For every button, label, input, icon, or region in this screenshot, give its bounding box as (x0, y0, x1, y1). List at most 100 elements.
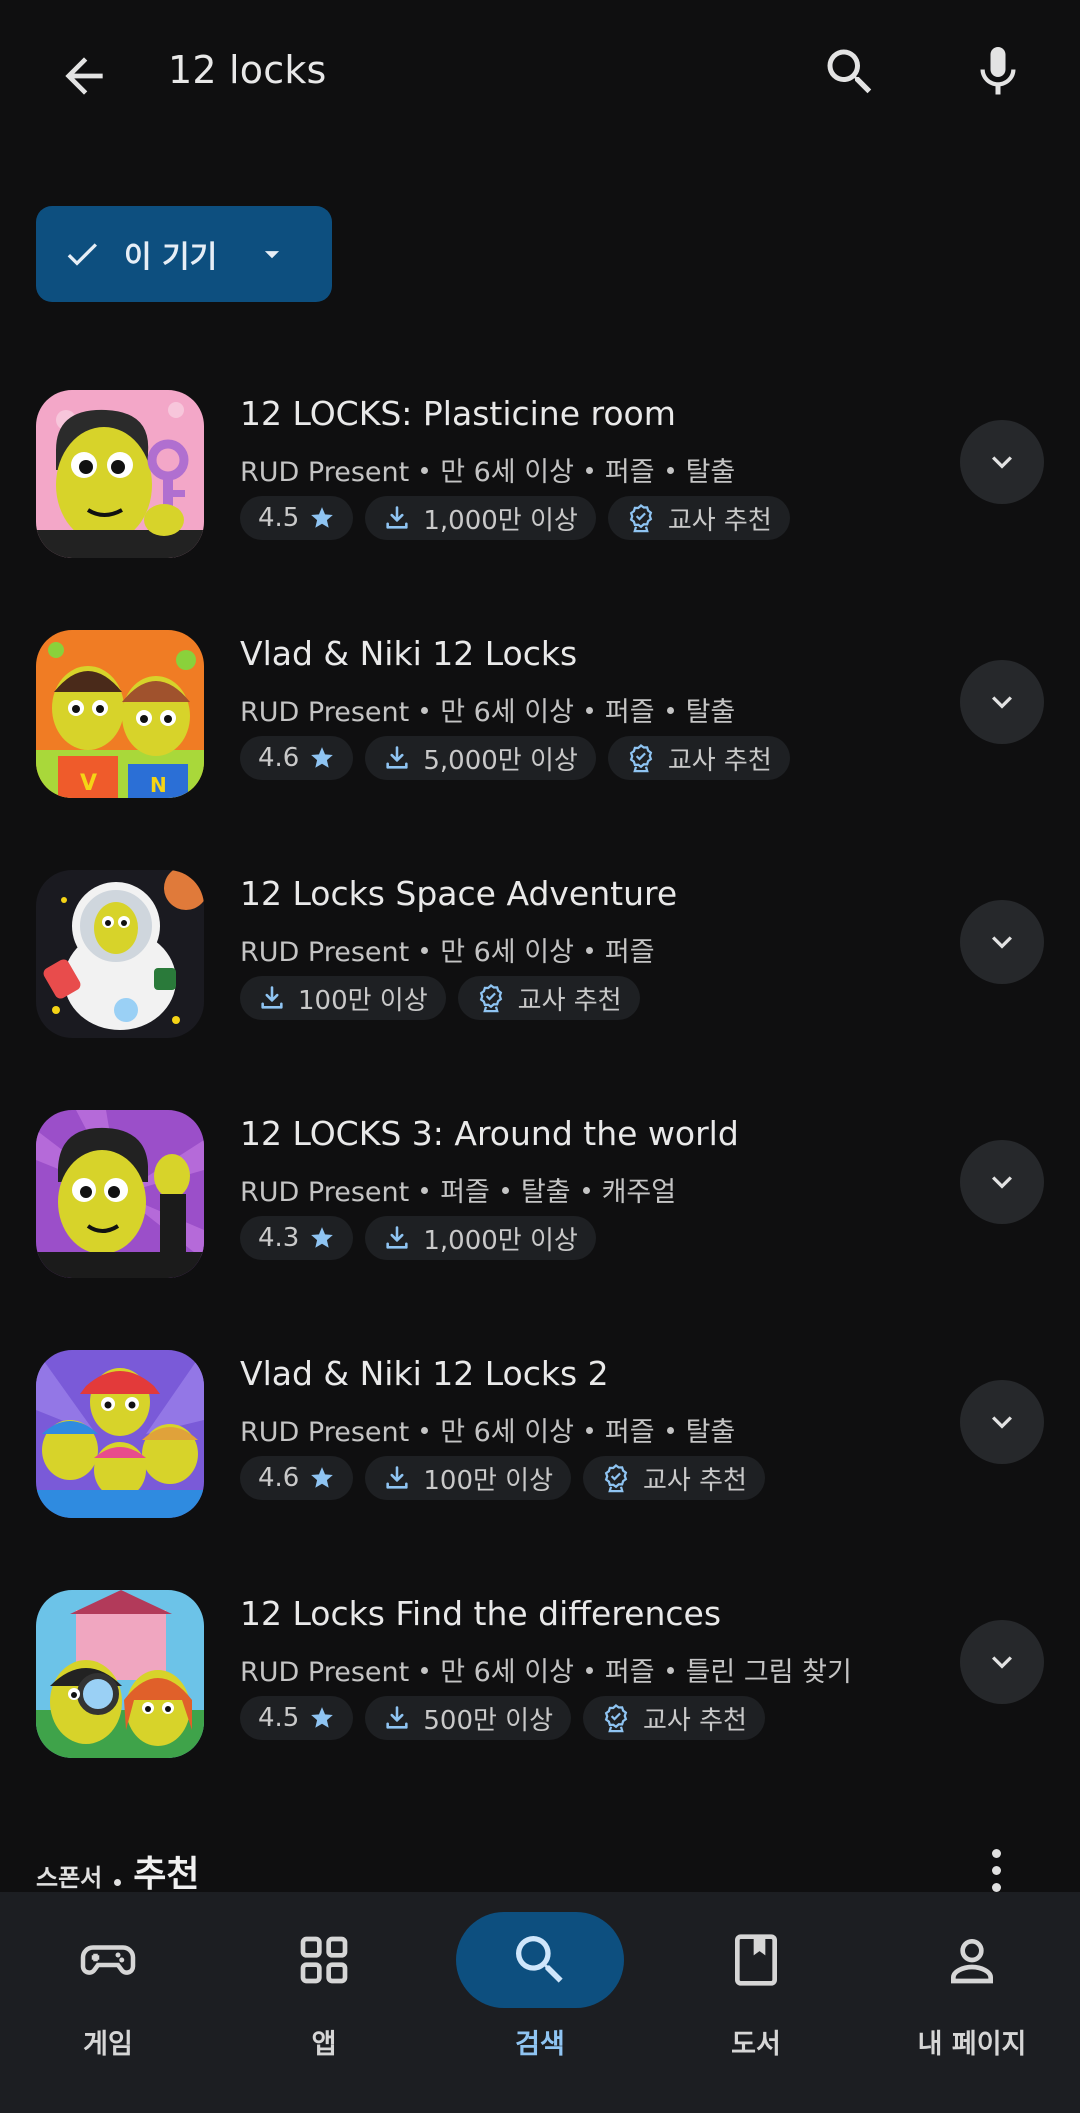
app-pills: 4.5 500만 이상 교사 추천 (240, 1696, 765, 1740)
teacher-approved-badge-icon (629, 504, 653, 533)
app-icon-vlad-niki-12-locks-2[interactable] (36, 1350, 204, 1518)
sponsored-label: 스폰서 (36, 1864, 103, 1892)
star-icon (311, 1467, 334, 1488)
app-age-rating: 만 6세 이상 (440, 1417, 574, 1448)
download-icon (386, 1466, 408, 1489)
app-age-rating: 만 6세 이상 (440, 457, 574, 488)
nav-item-books[interactable]: 도서 (648, 1912, 864, 2092)
app-icon-12-locks-space-adventure[interactable] (36, 870, 204, 1038)
expand-button[interactable] (960, 900, 1044, 984)
app-developer: RUD Present (240, 1177, 410, 1208)
nav-item-apps[interactable]: 앱 (216, 1912, 432, 2092)
app-meta: RUD Present 만 6세 이상 퍼즐 탈출 (240, 450, 735, 489)
app-developer: RUD Present (240, 457, 410, 488)
person-icon (951, 1939, 993, 1984)
rating-pill: 4.6 (240, 736, 354, 780)
voice-search-button[interactable] (962, 36, 1034, 108)
more-options-button[interactable] (976, 1840, 1016, 1900)
chevron-down-icon (992, 936, 1012, 949)
rating-pill: 4.5 (240, 496, 354, 540)
app-pills: 100만 이상 교사 추천 (240, 976, 640, 1020)
expand-button[interactable] (960, 1620, 1044, 1704)
chevron-down-icon (992, 1656, 1012, 1669)
teacher-approved-badge-icon (604, 1464, 628, 1493)
search-top-bar: 12 locks (0, 0, 1080, 150)
sponsored-section-header: 스폰서 추천 (36, 1845, 200, 1897)
app-title: 12 Locks Find the differences (240, 1594, 722, 1633)
app-result-row[interactable]: 12 Locks Find the differences RUD Presen… (0, 1580, 1080, 1820)
back-button[interactable] (48, 40, 120, 112)
device-filter-label: 이 기기 (124, 240, 218, 275)
device-filter-chip[interactable]: 이 기기 (36, 206, 332, 302)
download-icon (386, 506, 408, 529)
app-result-row[interactable]: 12 LOCKS: Plasticine room RUD Present 만 6… (0, 380, 1080, 620)
downloads-pill: 500만 이상 (365, 1696, 572, 1740)
bottom-navigation: 게임 앱 검색 도서 내 페이지 (0, 1892, 1080, 2113)
downloads-pill: 5,000만 이상 (365, 736, 596, 780)
app-icon-12-locks-find-the-differences[interactable] (36, 1590, 204, 1758)
app-developer: RUD Present (240, 1657, 410, 1688)
microphone-icon (980, 47, 1016, 95)
app-developer: RUD Present (240, 697, 410, 728)
nav-label: 검색 (515, 2029, 565, 2060)
chevron-down-icon (992, 1416, 1012, 1429)
nav-item-games[interactable]: 게임 (0, 1912, 216, 2092)
app-category: 탈출 (685, 457, 736, 488)
chevron-down-icon (992, 696, 1012, 709)
nav-item-search[interactable]: 검색 (432, 1912, 648, 2092)
chevron-down-icon (992, 1176, 1012, 1189)
teacher-approved-pill: 교사 추천 (607, 736, 790, 780)
rating-value: 4.3 (258, 1223, 300, 1253)
app-category: 탈출 (685, 697, 736, 728)
app-category: 퍼즐 (604, 1417, 655, 1448)
expand-button[interactable] (960, 420, 1044, 504)
app-category: 탈출 (520, 1177, 571, 1208)
app-title: 12 LOCKS: Plasticine room (240, 394, 676, 433)
downloads-value: 1,000만 이상 (423, 505, 578, 536)
nav-item-my-page[interactable]: 내 페이지 (864, 1912, 1080, 2092)
app-result-row[interactable]: 12 Locks Space Adventure RUD Present 만 6세… (0, 860, 1080, 1100)
search-results-list: 12 LOCKS: Plasticine room RUD Present 만 6… (0, 380, 1080, 1820)
app-meta: RUD Present 퍼즐 탈출 캐주얼 (240, 1170, 676, 1209)
download-icon (386, 1706, 408, 1729)
teacher-approved-pill: 교사 추천 (457, 976, 640, 1020)
teacher-approved-badge-icon (629, 744, 653, 773)
search-button[interactable] (814, 36, 886, 108)
download-icon (386, 1226, 408, 1249)
nav-label: 내 페이지 (917, 2029, 1027, 2060)
app-icon-12-locks-plasticine-room[interactable] (36, 390, 204, 558)
book-icon (735, 1934, 777, 1986)
app-category: 탈출 (685, 1417, 736, 1448)
app-category: 캐주얼 (601, 1177, 677, 1208)
teacher-approved-pill: 교사 추천 (607, 496, 790, 540)
star-icon (311, 1707, 334, 1728)
app-title: 12 Locks Space Adventure (240, 874, 678, 913)
app-result-row[interactable]: V N Vlad & Niki 12 Locks RUD Present 만 6세… (0, 620, 1080, 860)
app-pills: 4.6 100만 이상 교사 추천 (240, 1456, 765, 1500)
app-icon-12-locks-3-around-the-world[interactable] (36, 1110, 204, 1278)
app-result-row[interactable]: Vlad & Niki 12 Locks 2 RUD Present 만 6세 이… (0, 1340, 1080, 1580)
app-title: Vlad & Niki 12 Locks 2 (240, 1354, 609, 1393)
app-age-rating: 만 6세 이상 (440, 1657, 574, 1688)
rating-value: 4.5 (258, 1703, 300, 1733)
apps-grid-icon (300, 1936, 348, 1984)
rating-value: 4.6 (258, 1463, 300, 1493)
nav-label: 도서 (731, 2029, 781, 2060)
expand-button[interactable] (960, 660, 1044, 744)
app-result-row[interactable]: 12 LOCKS 3: Around the world RUD Present… (0, 1100, 1080, 1340)
downloads-pill: 100만 이상 (365, 1456, 572, 1500)
expand-button[interactable] (960, 1140, 1044, 1224)
app-meta: RUD Present 만 6세 이상 퍼즐 탈출 (240, 690, 735, 729)
rating-value: 4.6 (258, 743, 300, 773)
teacher-approved-pill: 교사 추천 (583, 1696, 765, 1740)
chevron-down-icon (992, 456, 1012, 469)
downloads-pill: 100만 이상 (240, 976, 446, 1020)
search-query-text[interactable]: 12 locks (168, 48, 327, 92)
teacher-approved-badge-icon (604, 1704, 628, 1733)
svg-text:N: N (150, 773, 167, 797)
expand-button[interactable] (960, 1380, 1044, 1464)
search-icon (516, 1936, 563, 1983)
app-age-rating: 만 6세 이상 (440, 697, 574, 728)
app-meta: RUD Present 만 6세 이상 퍼즐 틀린 그림 찾기 (240, 1650, 852, 1689)
app-icon-vlad-niki-12-locks[interactable]: V N (36, 630, 204, 798)
